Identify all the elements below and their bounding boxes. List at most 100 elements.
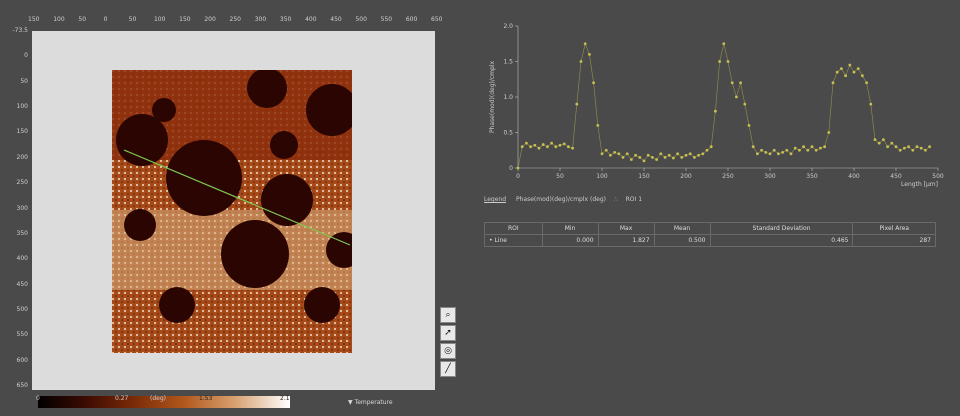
stats-cell: 287 — [852, 234, 936, 247]
line-icon[interactable]: ╱ — [440, 361, 456, 377]
data-point — [814, 148, 818, 152]
data-point — [520, 145, 524, 149]
data-point — [588, 53, 591, 56]
x-tick-label: 450 — [890, 173, 902, 180]
data-point — [541, 143, 545, 146]
data-point — [688, 152, 692, 156]
data-point — [693, 155, 696, 159]
image-y-tick: 100 — [16, 103, 28, 111]
data-point — [642, 159, 646, 163]
sample-image[interactable] — [112, 70, 352, 353]
data-point — [819, 146, 822, 150]
stats-cell: 0.500 — [653, 234, 711, 247]
stats-row[interactable]: • Line 0.000 1.827 0.500 0.465 287 — [484, 234, 936, 247]
data-point — [840, 67, 843, 70]
data-point — [890, 141, 894, 145]
data-point — [806, 148, 810, 152]
stats-table: ROI Min Max Mean Standard Deviation Pixel Are… — [484, 222, 936, 247]
data-point — [739, 81, 742, 85]
image-x-tick: 550 — [380, 16, 393, 23]
image-y-tick: 450 — [16, 280, 28, 288]
image-y-tick: 50 — [20, 77, 28, 85]
data-point — [680, 155, 684, 159]
data-point — [798, 148, 801, 152]
stats-cell: 1.827 — [597, 234, 655, 247]
image-y-tick: 600 — [16, 356, 28, 364]
image-y-tick: 350 — [16, 229, 28, 237]
image-x-tick: 400 — [305, 16, 317, 23]
tool-column: ⌕ ➚ ◎ ╱ — [440, 307, 456, 379]
zoom-icon[interactable]: ⌕ — [440, 307, 456, 323]
series-line — [517, 42, 930, 169]
data-point — [852, 70, 856, 74]
x-tick-label: 400 — [848, 173, 860, 180]
stats-header-cell: Pixel Area — [852, 222, 936, 235]
data-point — [919, 146, 923, 150]
data-point — [533, 143, 537, 147]
x-tick-label: 250 — [722, 173, 734, 180]
data-point — [537, 146, 541, 150]
data-point — [856, 67, 860, 70]
data-point — [646, 153, 650, 157]
x-tick-label: 150 — [638, 173, 650, 180]
colorbar-label: 0.27 — [115, 395, 129, 402]
data-point — [793, 146, 797, 150]
colorbar-label: 1.53 — [199, 395, 213, 402]
data-point — [730, 81, 734, 85]
data-point — [655, 158, 658, 161]
chevron-down-icon: ▼ — [348, 399, 353, 406]
data-point — [676, 152, 679, 156]
image-y-tick: -73.5 — [12, 27, 28, 34]
legend: Legend Phase(mod)(deg)/cmplx (deg) ∴ ROI… — [484, 196, 642, 203]
data-point — [848, 63, 852, 67]
data-point — [701, 152, 705, 156]
stats-header-cell: Min — [541, 222, 599, 235]
image-x-tick: 100 — [153, 16, 166, 23]
pointer-icon[interactable]: ➚ — [440, 325, 456, 341]
colorbar-label: (deg) — [150, 395, 166, 402]
data-point — [567, 145, 570, 149]
data-point — [907, 145, 910, 149]
data-point — [550, 141, 553, 145]
stats-header-row: ROI Min Max Mean Standard Deviation Pixel Are… — [484, 222, 936, 235]
data-point — [583, 42, 587, 46]
x-tick-label: 100 — [596, 173, 608, 180]
profile-plot[interactable]: 0 50 100 150 200 250 300 350 400 450 500 0 0.5 1.0 1.5… — [484, 18, 946, 194]
data-point — [600, 152, 604, 156]
image-y-tick: 400 — [16, 255, 28, 263]
image-x-tick: 500 — [355, 16, 367, 23]
pan-icon[interactable]: ◎ — [440, 343, 456, 359]
data-point — [898, 148, 902, 152]
data-point — [743, 102, 747, 106]
data-point — [718, 60, 721, 63]
colorbar-label: 2.1 — [280, 395, 290, 402]
image-x-tick: 50 — [128, 16, 137, 23]
image-x-tick: 150 — [179, 16, 191, 23]
data-point — [768, 152, 772, 156]
data-point — [672, 156, 675, 160]
data-point — [625, 152, 629, 156]
data-point — [844, 74, 847, 78]
image-y-tick: 650 — [16, 382, 28, 389]
x-tick-label: 300 — [764, 173, 776, 180]
image-x-tick: 450 — [330, 16, 342, 23]
data-point — [613, 150, 616, 154]
image-y-tick: 0 — [24, 52, 28, 60]
data-point — [911, 148, 915, 152]
y-tick-label: 1.0 — [503, 94, 513, 101]
data-point — [924, 148, 927, 152]
data-point — [915, 145, 919, 149]
colormap-selector[interactable]: ▼ Temperature — [348, 399, 393, 406]
data-point — [709, 145, 713, 149]
data-point — [571, 146, 574, 150]
x-tick-label: 50 — [556, 173, 564, 180]
image-y-tick: 250 — [16, 179, 28, 187]
data-point — [667, 153, 671, 157]
data-point — [827, 131, 831, 134]
data-point — [823, 145, 826, 149]
y-tick-label: 1.5 — [503, 59, 513, 66]
stats-header-cell: Mean — [653, 222, 711, 235]
image-x-tick: 650 — [431, 16, 443, 23]
data-point — [705, 148, 709, 152]
data-point — [659, 152, 663, 156]
